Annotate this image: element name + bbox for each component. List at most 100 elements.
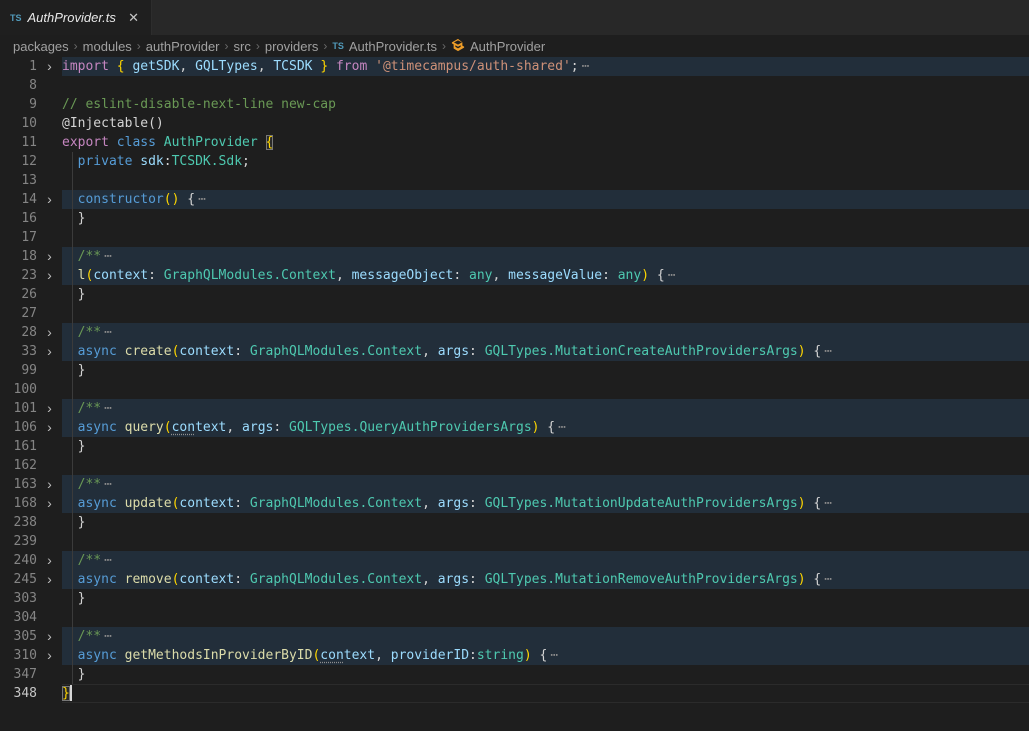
line-content[interactable]: /**⋯ [62,247,1029,266]
line-number: 100 [0,380,37,399]
breadcrumb-item-authprovider[interactable]: authProvider [146,39,220,54]
line-content[interactable] [62,532,1029,551]
code-editor[interactable]: 1›import { getSDK, GQLTypes, TCSDK } fro… [0,57,1029,703]
line-content[interactable]: } [62,665,1029,684]
line-number: 33 [0,342,37,361]
line-number: 10 [0,114,37,133]
fold-chevron-icon[interactable]: › [37,494,62,513]
line-number: 161 [0,437,37,456]
line-content[interactable]: /**⋯ [62,323,1029,342]
line-content[interactable] [62,608,1029,627]
tab-authprovider-ts[interactable]: TS AuthProvider.ts ✕ [0,0,152,35]
fold-chevron-icon[interactable]: › [37,570,62,589]
line-content[interactable] [62,304,1029,323]
line-number: 239 [0,532,37,551]
fold-chevron-icon[interactable]: › [37,627,62,646]
line-content[interactable]: import { getSDK, GQLTypes, TCSDK } from … [62,57,1029,76]
code-token: { [532,648,548,663]
fold-chevron-icon[interactable]: › [37,399,62,418]
fold-chevron-icon[interactable]: › [37,323,62,342]
line-content[interactable]: } [62,361,1029,380]
line-content[interactable]: } [62,684,1029,703]
line-number: 99 [0,361,37,380]
line-content[interactable]: } [62,437,1029,456]
fold-chevron-icon[interactable]: › [37,190,62,209]
code-token: { [266,135,274,150]
code-token: , [226,420,242,435]
code-token: /** [62,401,101,416]
line-content[interactable]: async getMethodsInProviderByID(context, … [62,646,1029,665]
line-content[interactable]: async remove(context: GraphQLModules.Con… [62,570,1029,589]
code-token: getMethodsInProviderByID [125,648,313,663]
line-number: 26 [0,285,37,304]
fold-chevron-icon[interactable]: › [37,475,62,494]
gutter-spacer [37,171,62,190]
line-content[interactable]: async create(context: GraphQLModules.Con… [62,342,1029,361]
close-icon[interactable]: ✕ [126,10,141,26]
code-token: async [62,648,125,663]
line-content[interactable]: /**⋯ [62,399,1029,418]
code-token: ⋯ [824,344,832,359]
breadcrumb-item-authprovider[interactable]: AuthProvider [451,38,545,55]
line-content[interactable]: constructor() {⋯ [62,190,1029,209]
line-content[interactable]: export class AuthProvider { [62,133,1029,152]
line-content[interactable]: // eslint-disable-next-line new-cap [62,95,1029,114]
line-content[interactable]: } [62,285,1029,304]
gutter-spacer [37,513,62,532]
breadcrumb-item-providers[interactable]: providers [265,39,318,54]
fold-chevron-icon[interactable]: › [37,266,62,285]
code-token: } [62,515,85,530]
fold-chevron-icon[interactable]: › [37,551,62,570]
code-token: , [258,59,274,74]
line-content[interactable]: @Injectable() [62,114,1029,133]
fold-chevron-icon[interactable]: › [37,418,62,437]
line-content[interactable]: async query(context, args: GQLTypes.Quer… [62,418,1029,437]
code-token: /** [62,325,101,340]
code-line-12: 12 private sdk:TCSDK.Sdk; [0,152,1029,171]
line-number: 8 [0,76,37,95]
fold-chevron-icon[interactable]: › [37,646,62,665]
breadcrumb-label: AuthProvider.ts [349,39,437,54]
code-token: import [62,59,117,74]
line-content[interactable]: async update(context: GraphQLModules.Con… [62,494,1029,513]
gutter-spacer [37,76,62,95]
line-content[interactable]: private sdk:TCSDK.Sdk; [62,152,1029,171]
code-token: } [62,667,85,682]
line-content[interactable]: } [62,513,1029,532]
line-content[interactable] [62,380,1029,399]
code-token: GQLTypes.MutationRemoveAuthProvidersArgs [485,572,798,587]
line-content[interactable]: l(context: GraphQLModules.Context, messa… [62,266,1029,285]
line-content[interactable] [62,228,1029,247]
line-number: 12 [0,152,37,171]
code-line-347: 347 } [0,665,1029,684]
code-token: ⋯ [582,59,590,74]
breadcrumb-item-src[interactable]: src [234,39,251,54]
code-token: create [125,344,172,359]
breadcrumb-label: src [234,39,251,54]
code-token: : [453,268,469,283]
fold-chevron-icon[interactable]: › [37,57,62,76]
code-line-27: 27 [0,304,1029,323]
line-content[interactable]: /**⋯ [62,627,1029,646]
line-content[interactable] [62,456,1029,475]
line-content[interactable]: /**⋯ [62,551,1029,570]
line-content[interactable] [62,171,1029,190]
gutter-spacer [37,95,62,114]
line-number: 348 [0,684,37,703]
code-token: : [469,344,485,359]
line-content[interactable] [62,76,1029,95]
typescript-file-icon: TS [332,41,344,51]
fold-chevron-icon[interactable]: › [37,247,62,266]
line-content[interactable]: } [62,209,1029,228]
breadcrumb-item-packages[interactable]: packages [13,39,69,54]
code-line-106: 106› async query(context, args: GQLTypes… [0,418,1029,437]
code-token: { [806,496,822,511]
breadcrumb-item-authprovider-ts[interactable]: TS AuthProvider.ts [332,39,437,54]
line-content[interactable]: /**⋯ [62,475,1029,494]
fold-chevron-icon[interactable]: › [37,342,62,361]
line-number: 304 [0,608,37,627]
code-token: GraphQLModules.Context [250,496,422,511]
line-content[interactable]: } [62,589,1029,608]
code-token: : [469,496,485,511]
breadcrumb-item-modules[interactable]: modules [83,39,132,54]
